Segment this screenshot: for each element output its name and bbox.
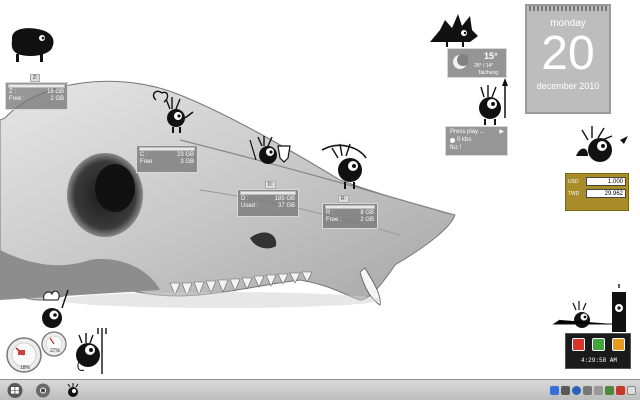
chrome-icon[interactable] — [34, 382, 52, 399]
drive-r-usage-bar — [325, 205, 375, 209]
app-tray-icon[interactable] — [605, 386, 614, 395]
network-icon[interactable] — [550, 386, 559, 395]
mascot-hedgehog-icon — [430, 14, 478, 47]
drive-r-free: 2 GB — [360, 217, 374, 223]
lock-button[interactable] — [612, 338, 625, 351]
mascot-bird-spear-icon — [479, 78, 508, 125]
drive-c-widget[interactable]: C : 23 GB Free : 3 GB — [136, 145, 198, 173]
calendar-rings — [529, 6, 607, 11]
play-icon[interactable]: ▶ — [499, 129, 504, 136]
mascot-devil-icon — [76, 328, 107, 374]
weather-widget[interactable]: 15° 28° / 14° Taichung — [447, 48, 507, 78]
drive-r-size: 8 GB — [360, 210, 374, 216]
currency-code-twd: TWD — [568, 190, 580, 197]
drive-z-tag: Z: — [30, 74, 41, 82]
drive-r-free-label: Free : — [326, 217, 342, 223]
currency-value-usd[interactable]: 1.000 — [586, 177, 626, 186]
drive-z-free-label: Free : — [9, 96, 25, 102]
currency-value-twd[interactable]: 29.962 — [586, 189, 626, 198]
flag-icon[interactable] — [616, 386, 625, 395]
mascot-banner-icon — [552, 284, 626, 332]
drive-c-usage-bar — [139, 147, 195, 151]
weather-city: Taichung — [478, 70, 499, 76]
restart-button[interactable] — [592, 338, 605, 351]
desktop: Z: Z : 16 GB Free : 2 GB C : 23 GB Free : 3 … — [0, 0, 640, 379]
updates-icon[interactable] — [594, 386, 603, 395]
mascot-bird-crest-icon — [576, 126, 628, 162]
drive-d-used: 37 GB — [277, 203, 295, 209]
media-player-widget[interactable]: Press play ... ▶ 0 kbs fez ! — [445, 126, 508, 156]
volume-icon[interactable] — [561, 386, 570, 395]
help-icon[interactable] — [572, 386, 581, 395]
taskbar — [0, 379, 640, 400]
drive-d-used-label: Used : — [241, 203, 259, 209]
drive-d-size: 185 GB — [274, 196, 295, 202]
drive-c-label: C : — [140, 152, 148, 158]
drive-z-usage-bar — [8, 84, 65, 88]
drive-d-label: D : — [241, 196, 249, 202]
calendar-day: 20 — [541, 27, 595, 80]
drive-r-widget[interactable]: R : 8 GB Free : 2 GB — [322, 203, 378, 229]
mem-gauge-label: 37% — [50, 348, 61, 354]
chevron-icon[interactable] — [627, 386, 636, 395]
currency-converter-widget[interactable]: USD 1.000 TWD 29.962 — [565, 173, 629, 211]
disc-icon — [450, 138, 455, 143]
moon-icon — [453, 54, 468, 69]
system-tray — [550, 383, 636, 398]
drive-r-label: R : — [326, 210, 334, 216]
media-track: fez ! — [450, 145, 462, 151]
calendar-widget[interactable]: monday 20 december 2010 — [525, 4, 611, 114]
clock-display: 4:29:58 AM — [580, 357, 617, 364]
weather-temp: 15° — [484, 51, 498, 61]
power-off-button[interactable] — [572, 338, 585, 351]
drive-c-size: 23 GB — [176, 152, 194, 158]
shutdown-widget[interactable]: 4:29:58 AM — [565, 333, 631, 369]
mascot-icon[interactable] — [64, 382, 82, 399]
drive-d-tag: D: — [265, 181, 276, 189]
drive-z-widget[interactable]: Z : 16 GB Free : 2 GB — [5, 82, 68, 110]
windows-orb-icon[interactable] — [6, 382, 24, 399]
media-status: Press play ... — [450, 129, 485, 135]
drive-c-free: 3 GB — [180, 159, 194, 165]
cpu-gauge-label: 18% — [20, 365, 31, 371]
drive-z-size: 16 GB — [46, 89, 64, 95]
drive-c-free-label: Free : — [140, 159, 156, 165]
media-bitrate: 0 kbs — [457, 137, 472, 143]
drive-z-label: Z : — [9, 89, 16, 95]
weather-range: 28° / 14° — [474, 63, 494, 69]
mascot-blob-icon — [11, 28, 54, 62]
drive-d-widget[interactable]: D : 185 GB Used : 37 GB — [237, 189, 299, 217]
security-icon[interactable] — [583, 386, 592, 395]
drive-z-free: 2 GB — [50, 96, 64, 102]
drive-r-tag: R: — [338, 195, 349, 203]
calendar-month-year: december 2010 — [536, 81, 600, 91]
currency-code-usd: USD — [568, 178, 579, 185]
drive-d-usage-bar — [240, 191, 296, 195]
